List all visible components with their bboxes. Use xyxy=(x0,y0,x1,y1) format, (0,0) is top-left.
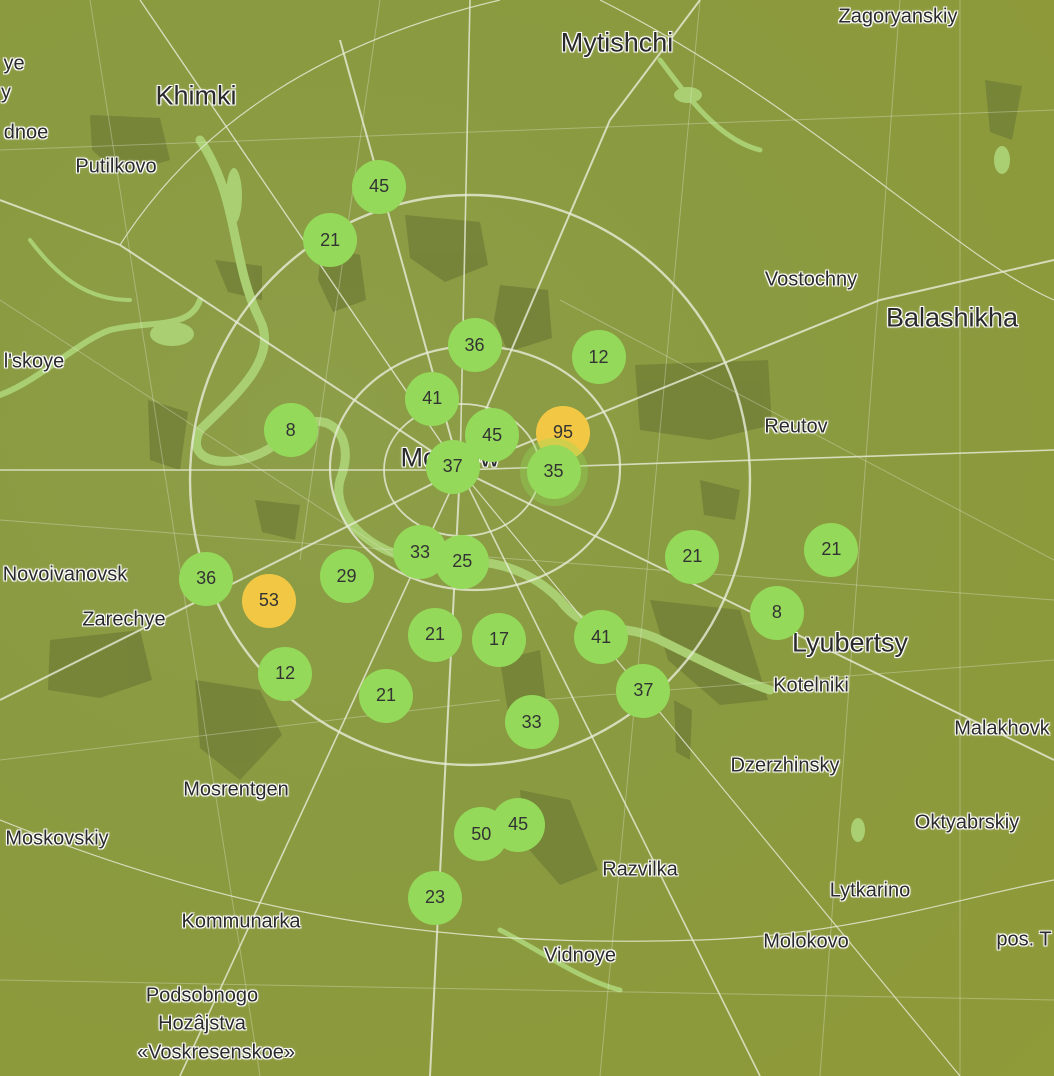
place-label: Razvilka xyxy=(602,858,678,881)
place-label: dnoe xyxy=(3,121,49,144)
aqi-marker[interactable]: 25 xyxy=(435,534,490,589)
aqi-marker[interactable]: 35 xyxy=(526,444,581,499)
aqi-marker[interactable]: 36 xyxy=(447,318,502,373)
place-label: Zarechye xyxy=(82,608,166,631)
place-label: Dzerzhinsky xyxy=(730,754,840,777)
place-label: Podsobnogo xyxy=(145,984,259,1007)
place-label: Lytkarino xyxy=(829,879,911,902)
aqi-marker[interactable]: 36 xyxy=(179,551,234,606)
aqi-marker[interactable]: 37 xyxy=(616,663,671,718)
aqi-marker[interactable]: 53 xyxy=(241,573,296,628)
place-label: Moskovskiy xyxy=(5,827,109,850)
place-label: Putilkovo xyxy=(75,155,157,178)
place-label: Vidnoye xyxy=(544,944,616,967)
place-label: Oktyabrskiy xyxy=(914,811,1020,834)
map-canvas[interactable]: Zagoryanskiy Mytishchi Khimki Putilkovo ye y d… xyxy=(0,0,1054,1076)
place-label: Kotelniki xyxy=(773,674,849,697)
aqi-marker[interactable]: 21 xyxy=(804,522,859,577)
aqi-marker[interactable]: 17 xyxy=(472,612,526,667)
place-label: Mosrentgen xyxy=(183,778,289,801)
place-label: ye xyxy=(3,52,25,75)
aqi-marker[interactable]: 8 xyxy=(263,403,318,458)
aqi-marker[interactable]: 45 xyxy=(352,159,407,214)
place-label: Reutov xyxy=(764,415,828,438)
place-label: pos. T xyxy=(996,928,1052,951)
place-label: Lyubertsy xyxy=(791,627,909,658)
aqi-marker[interactable]: 41 xyxy=(405,371,460,426)
aqi-marker[interactable]: 8 xyxy=(749,585,804,640)
aqi-marker[interactable]: 21 xyxy=(359,668,413,723)
place-label: Khimki xyxy=(155,80,237,111)
place-label: y xyxy=(1,81,11,104)
place-label: l'skoye xyxy=(3,350,65,373)
place-label: Malakhovk xyxy=(954,717,1050,740)
place-label: Novoivanovsk xyxy=(2,563,128,586)
place-label: Zagoryanskiy xyxy=(838,5,958,28)
aqi-marker[interactable]: 23 xyxy=(408,870,462,925)
aqi-marker[interactable]: 12 xyxy=(258,646,313,701)
aqi-marker[interactable]: 21 xyxy=(408,607,462,662)
aqi-marker[interactable]: 21 xyxy=(665,529,720,584)
place-label: Balashikha xyxy=(885,302,1019,333)
place-label: Vostochny xyxy=(764,268,858,291)
aqi-marker[interactable]: 37 xyxy=(425,439,480,494)
place-label: Molokovo xyxy=(763,930,849,953)
aqi-marker[interactable]: 33 xyxy=(504,695,559,750)
place-label: Hozâjstva xyxy=(158,1012,246,1035)
aqi-marker[interactable]: 12 xyxy=(571,330,626,385)
aqi-marker[interactable]: 41 xyxy=(574,610,629,665)
place-label: Mytishchi xyxy=(560,27,674,58)
map-background xyxy=(0,0,1054,1076)
place-label: «Voskresenskoe» xyxy=(137,1041,295,1064)
aqi-marker[interactable]: 29 xyxy=(319,549,374,604)
place-label: Kommunarka xyxy=(181,910,301,933)
